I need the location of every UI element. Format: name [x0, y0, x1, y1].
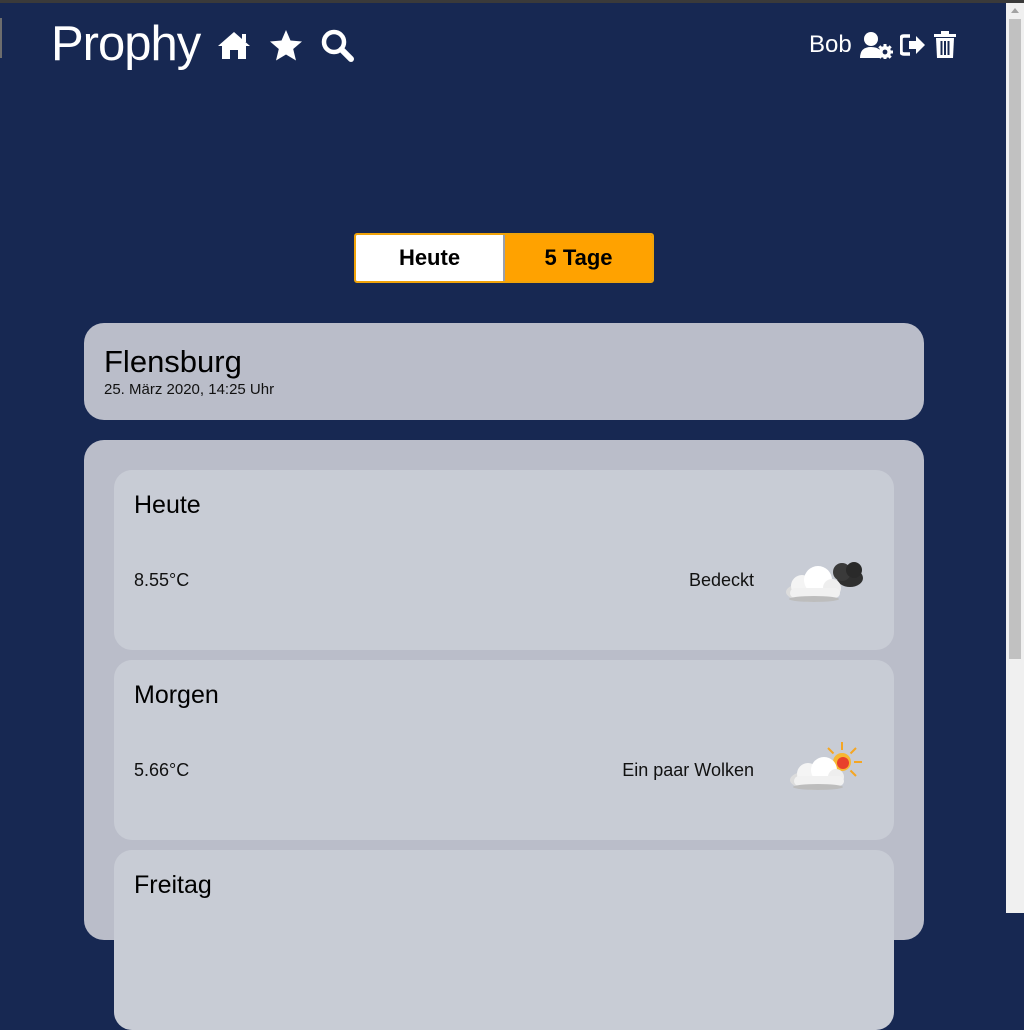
vertical-scrollbar[interactable]	[1006, 3, 1024, 913]
five-days-button[interactable]: 5 Tage	[505, 235, 652, 281]
day-title: Heute	[134, 491, 201, 519]
username[interactable]: Bob	[809, 30, 852, 60]
forecast-day-card: Heute 8.55°C Bedeckt	[114, 470, 894, 650]
few-clouds-icon	[780, 740, 870, 800]
scrollbar-thumb[interactable]	[1009, 19, 1021, 659]
home-icon[interactable]	[216, 27, 252, 63]
city-name: Flensburg	[104, 344, 242, 379]
search-icon[interactable]	[319, 27, 355, 63]
day-description: Bedeckt	[688, 570, 754, 590]
star-icon[interactable]	[268, 27, 304, 63]
day-description: Ein paar Wolken	[622, 760, 754, 780]
overcast-clouds-icon	[780, 550, 870, 610]
trash-icon[interactable]	[933, 30, 957, 60]
user-settings-icon[interactable]	[860, 30, 894, 60]
logout-icon[interactable]	[900, 30, 926, 60]
day-temperature: 5.66°C	[134, 760, 190, 780]
forecast-day-card: Morgen 5.66°C Ein paar Wolken	[114, 660, 894, 840]
forecast-day-card: Freitag	[114, 850, 894, 1030]
city-datetime: 25. März 2020, 14:25 Uhr	[104, 381, 275, 398]
scroll-up-arrow-icon[interactable]	[1011, 8, 1019, 13]
brand-logo[interactable]: Prophy	[51, 18, 201, 70]
day-title: Freitag	[134, 871, 212, 899]
city-card: Flensburg 25. März 2020, 14:25 Uhr	[84, 323, 924, 420]
today-button[interactable]: Heute	[356, 235, 505, 281]
forecast-panel: Heute 8.55°C Bedeckt Morgen 5.66°C Ein p…	[84, 440, 924, 1030]
header: Prophy Bob	[0, 3, 1006, 83]
view-toggle: Heute 5 Tage	[354, 233, 654, 283]
day-title: Morgen	[134, 681, 219, 709]
day-temperature: 8.55°C	[134, 570, 190, 590]
